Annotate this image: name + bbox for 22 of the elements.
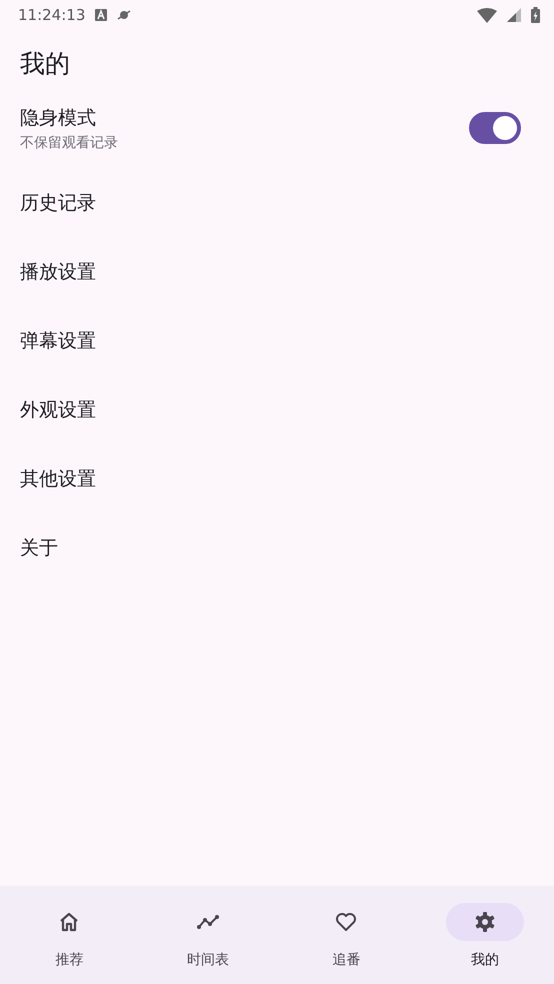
incognito-row[interactable]: 隐身模式 不保留观看记录	[0, 88, 554, 168]
menu-item[interactable]: 播放设置	[0, 237, 554, 306]
clock: 11:24:13	[18, 6, 86, 24]
setting-label: 隐身模式	[20, 106, 97, 130]
battery-icon	[531, 7, 540, 23]
toggle-switch[interactable]	[469, 112, 521, 144]
signal-icon	[507, 8, 521, 22]
heart-icon	[334, 910, 358, 934]
wifi-icon	[477, 8, 497, 22]
nav-tab[interactable]: 时间表	[138, 886, 277, 984]
nav-tab[interactable]: 追番	[277, 886, 416, 984]
nav-tab[interactable]: 我的	[416, 886, 554, 984]
satellite-icon	[117, 9, 132, 21]
menu-item[interactable]: 关于	[0, 513, 554, 582]
setting-description: 不保留观看记录	[20, 134, 119, 152]
nav-tab[interactable]: 推荐	[0, 886, 138, 984]
menu-item[interactable]: 其他设置	[0, 444, 554, 513]
keyboard-icon	[95, 9, 108, 21]
page-title: 我的	[20, 48, 71, 80]
menu-item[interactable]: 历史记录	[0, 168, 554, 237]
menu-item[interactable]: 外观设置	[0, 375, 554, 444]
menu-item[interactable]: 弹幕设置	[0, 306, 554, 375]
